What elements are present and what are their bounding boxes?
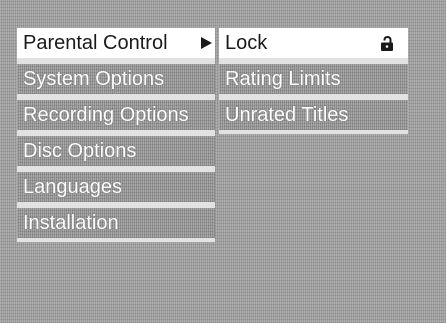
submenu-item-lock[interactable]: Lock <box>219 28 408 64</box>
menu-item-label: Languages <box>23 176 122 198</box>
menu-item-label: Recording Options <box>23 104 189 126</box>
menu-item-label: System Options <box>23 68 165 90</box>
menu-item-label: Installation <box>23 212 119 234</box>
submenu-item-label: Rating Limits <box>225 68 341 90</box>
osd-screen: Parental Control System Options Recordin… <box>0 0 446 323</box>
menu-item-parental-control[interactable]: Parental Control <box>17 28 215 64</box>
menu-item-system-options[interactable]: System Options <box>17 64 215 100</box>
submenu-item-label: Lock <box>225 32 268 54</box>
menu-item-recording-options[interactable]: Recording Options <box>17 100 215 136</box>
submenu-item-label: Unrated Titles <box>225 104 349 126</box>
menu-item-languages[interactable]: Languages <box>17 172 215 208</box>
submenu-item-unrated-titles[interactable]: Unrated Titles <box>219 100 408 134</box>
main-menu: Parental Control System Options Recordin… <box>17 28 215 242</box>
menu-item-disc-options[interactable]: Disc Options <box>17 136 215 172</box>
lock-icon <box>381 36 393 51</box>
menu-item-installation[interactable]: Installation <box>17 208 215 242</box>
menu-item-label: Parental Control <box>23 32 168 54</box>
menu-item-label: Disc Options <box>23 140 137 162</box>
triangle-right-icon <box>201 37 212 49</box>
sub-menu: Lock Rating Limits Unrated Titles <box>219 28 408 134</box>
submenu-item-rating-limits[interactable]: Rating Limits <box>219 64 408 100</box>
